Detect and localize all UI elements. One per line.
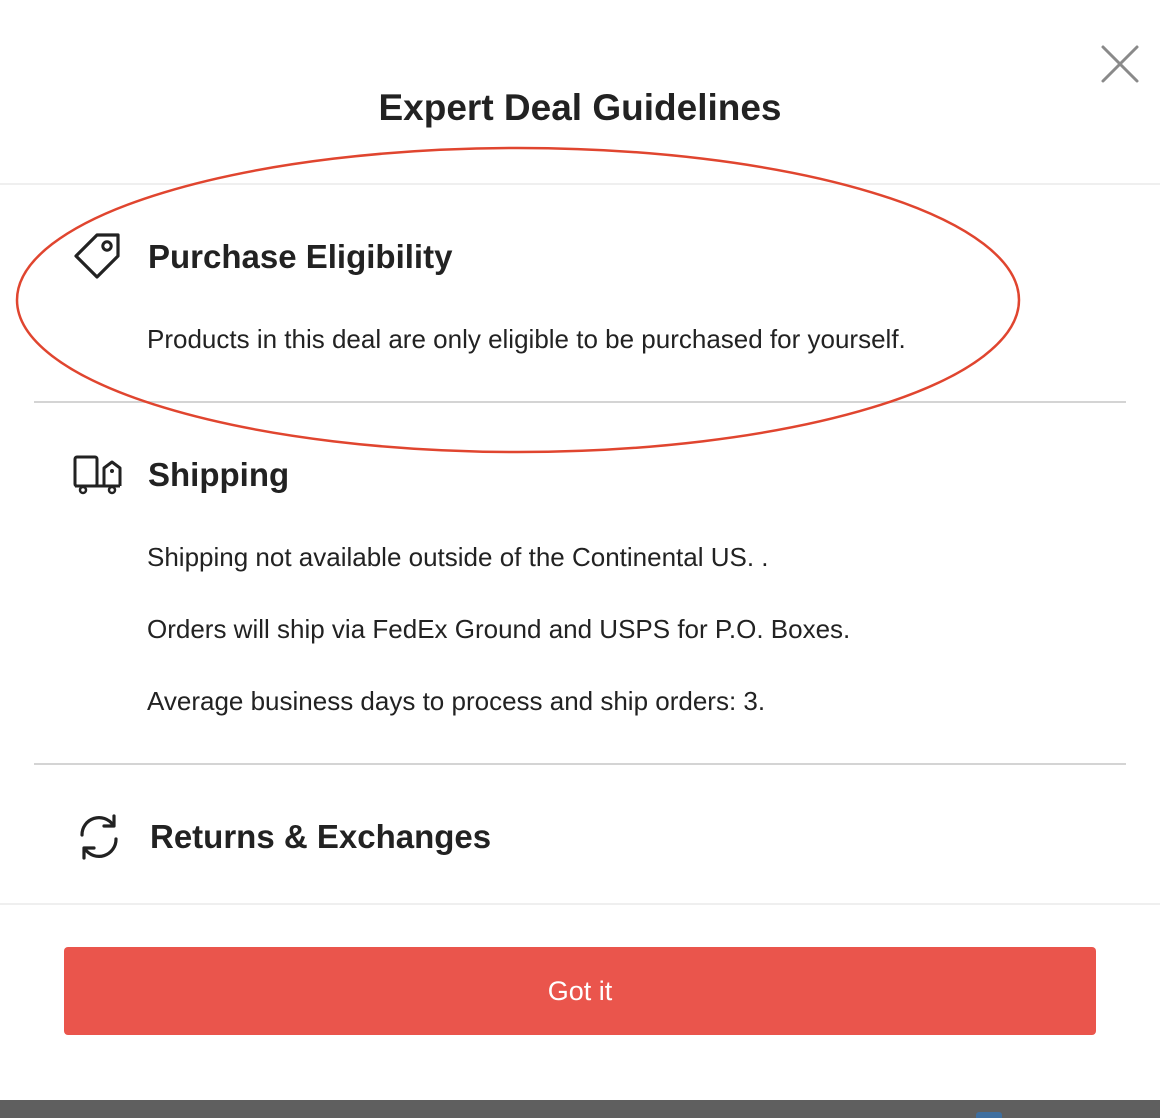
section-divider	[34, 401, 1126, 403]
header-divider	[0, 183, 1160, 185]
got-it-button[interactable]: Got it	[64, 947, 1096, 1035]
modal-title: Expert Deal Guidelines	[378, 87, 782, 128]
section-text: Orders will ship via FedEx Ground and US…	[147, 614, 851, 644]
section-divider	[34, 763, 1126, 765]
background-page-element	[976, 1112, 1002, 1118]
delivery-truck-icon	[70, 449, 124, 503]
footer-divider	[0, 903, 1160, 905]
section-text: Products in this deal are only eligible …	[147, 324, 906, 354]
section-text: Shipping not available outside of the Co…	[147, 542, 769, 572]
refresh-arrows-icon	[72, 810, 126, 864]
section-heading: Purchase Eligibility	[148, 238, 453, 275]
section-text: Average business days to process and shi…	[147, 686, 766, 716]
price-tag-icon	[70, 229, 124, 283]
close-icon	[1101, 45, 1139, 83]
guidelines-modal: Expert Deal Guidelines Purchase Eligibil…	[0, 0, 1160, 1100]
section-heading: Returns & Exchanges	[150, 818, 492, 855]
close-button[interactable]	[1098, 42, 1142, 86]
section-heading: Shipping	[148, 456, 290, 493]
